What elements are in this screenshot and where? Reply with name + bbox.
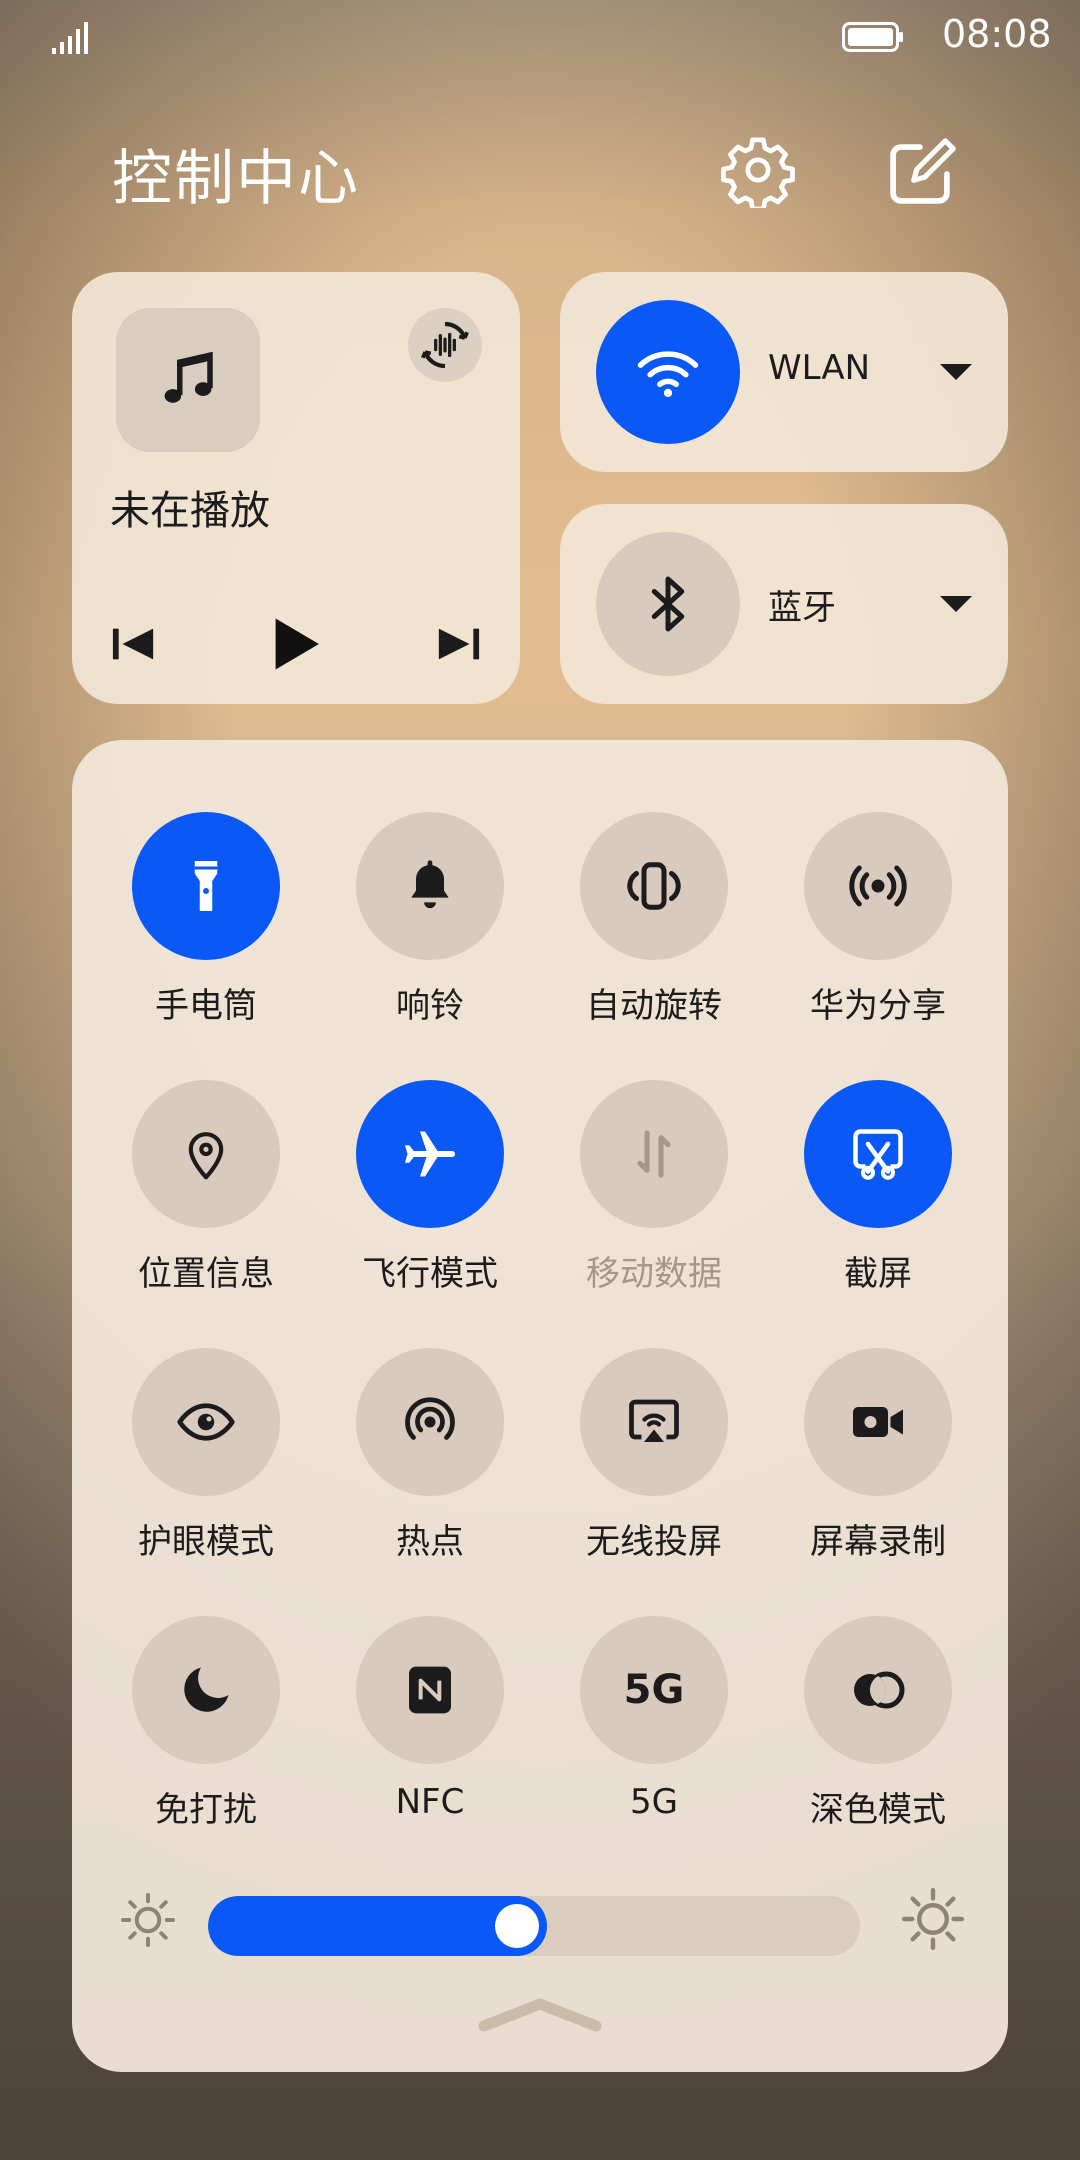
media-card[interactable]: 未在播放 xyxy=(72,272,520,704)
bluetooth-dropdown-icon[interactable] xyxy=(938,592,974,616)
toggle-label: 位置信息 xyxy=(138,1254,274,1294)
toggle-airplane[interactable]: 飞行模式 xyxy=(318,1080,542,1295)
auto-rotate-icon xyxy=(627,862,681,910)
collapse-handle[interactable] xyxy=(476,1992,604,2036)
toggle-mobile-data[interactable]: 移动数据 xyxy=(542,1080,766,1295)
toggle-screen-record[interactable]: 屏幕录制 xyxy=(766,1348,990,1563)
toggle-flashlight[interactable]: 手电筒 xyxy=(94,812,318,1027)
bluetooth-label: 蓝牙 xyxy=(768,588,836,628)
toggle-label: 飞行模式 xyxy=(362,1254,498,1294)
toggle-nfc[interactable]: NFC xyxy=(318,1616,542,1822)
dark-mode-icon xyxy=(854,1671,905,1709)
sun-small-icon xyxy=(118,1890,178,1950)
quick-toggles-panel: 手电筒 响铃 自动旋转 华为分享 位置信息 飞行模式 移动数据 截屏 护眼模式 … xyxy=(72,740,1008,2072)
next-button[interactable] xyxy=(426,612,490,676)
toggle-hotspot[interactable]: 热点 xyxy=(318,1348,542,1563)
toggle-label: 移动数据 xyxy=(586,1254,722,1294)
status-time: 08:08 xyxy=(942,12,1052,56)
toggle-label: 自动旋转 xyxy=(586,986,722,1026)
audio-output-icon xyxy=(421,321,469,369)
battery-full-icon xyxy=(842,22,904,52)
screen-record-icon xyxy=(853,1407,903,1437)
toggle-location[interactable]: 位置信息 xyxy=(94,1080,318,1295)
toggle-label: 5G xyxy=(630,1782,678,1822)
bluetooth-toggle[interactable] xyxy=(596,532,740,676)
signal-icon xyxy=(52,20,92,54)
wlan-dropdown-icon[interactable] xyxy=(938,360,974,384)
toggle-auto-rotate[interactable]: 自动旋转 xyxy=(542,812,766,1027)
wlan-label: WLAN xyxy=(768,348,871,388)
previous-button[interactable] xyxy=(102,612,166,676)
toggle-label: 热点 xyxy=(396,1522,464,1562)
edit-icon xyxy=(890,138,956,204)
screenshot-icon xyxy=(853,1129,903,1180)
page-title: 控制中心 xyxy=(112,144,360,214)
toggle-label: 无线投屏 xyxy=(586,1522,722,1562)
toggle-screenshot[interactable]: 截屏 xyxy=(766,1080,990,1295)
toggle-eye-comfort[interactable]: 护眼模式 xyxy=(94,1348,318,1563)
airplane-icon xyxy=(405,1131,455,1177)
bluetooth-card[interactable]: 蓝牙 xyxy=(560,504,1008,704)
brightness-slider[interactable] xyxy=(208,1896,860,1956)
toggle-label: 深色模式 xyxy=(810,1790,946,1830)
toggle-label: 截屏 xyxy=(844,1254,912,1294)
edit-button[interactable] xyxy=(882,136,958,212)
eye-icon xyxy=(177,1403,235,1441)
play-button[interactable] xyxy=(264,612,328,676)
bell-icon xyxy=(411,860,449,909)
brightness-handle[interactable] xyxy=(495,1904,539,1948)
5g-icon: 5G xyxy=(623,1667,685,1713)
toggle-huawei-share[interactable]: 华为分享 xyxy=(766,812,990,1027)
bluetooth-icon xyxy=(651,576,685,632)
toggle-label: 华为分享 xyxy=(810,986,946,1026)
toggle-do-not-disturb[interactable]: 免打扰 xyxy=(94,1616,318,1831)
toggle-label: NFC xyxy=(395,1782,465,1822)
sun-large-icon xyxy=(900,1886,966,1952)
toggle-label: 屏幕录制 xyxy=(810,1522,946,1562)
moon-icon xyxy=(184,1667,229,1712)
toggle-label: 免打扰 xyxy=(155,1790,257,1830)
previous-icon xyxy=(112,628,154,660)
toggle-ring[interactable]: 响铃 xyxy=(318,812,542,1027)
settings-button[interactable] xyxy=(720,132,796,212)
toggle-label: 护眼模式 xyxy=(138,1522,274,1562)
flashlight-icon xyxy=(194,861,218,911)
toggle-wireless-projection[interactable]: 无线投屏 xyxy=(542,1348,766,1563)
wlan-toggle[interactable] xyxy=(596,300,740,444)
location-icon xyxy=(188,1132,224,1180)
wifi-icon xyxy=(637,351,699,398)
gear-icon xyxy=(721,137,795,212)
next-icon xyxy=(438,628,480,660)
toggle-5g[interactable]: 5G 5G xyxy=(542,1616,766,1822)
toggle-label: 响铃 xyxy=(396,986,464,1026)
toggle-dark-mode[interactable]: 深色模式 xyxy=(766,1616,990,1831)
wireless-projection-icon xyxy=(629,1399,679,1442)
play-icon xyxy=(275,618,319,670)
audio-output-button[interactable] xyxy=(408,308,482,382)
nfc-icon xyxy=(409,1666,451,1714)
media-status: 未在播放 xyxy=(110,488,270,534)
mobile-data-icon xyxy=(637,1130,671,1178)
huawei-share-icon xyxy=(849,865,907,907)
hotspot-icon xyxy=(405,1397,455,1440)
wlan-card[interactable]: WLAN xyxy=(560,272,1008,472)
music-note-icon xyxy=(116,308,260,452)
toggle-label: 手电筒 xyxy=(155,986,257,1026)
